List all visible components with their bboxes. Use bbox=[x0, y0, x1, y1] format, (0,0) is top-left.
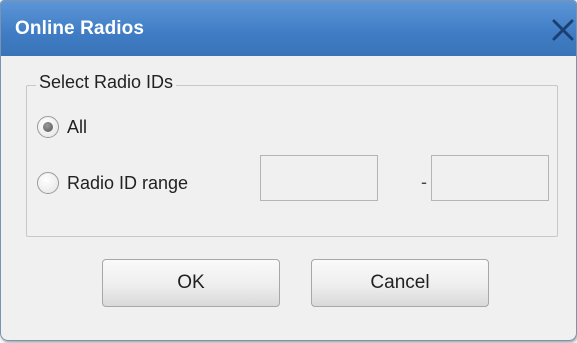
radio-button-range[interactable] bbox=[37, 172, 59, 194]
dialog-title: Online Radios bbox=[15, 18, 145, 39]
ok-button[interactable]: OK bbox=[102, 259, 280, 307]
title-bar: Online Radios bbox=[1, 1, 576, 56]
radio-option-all[interactable]: All bbox=[37, 116, 87, 138]
radio-option-range[interactable]: Radio ID range bbox=[37, 172, 188, 194]
range-from-input[interactable] bbox=[260, 155, 378, 201]
select-radio-ids-group: Select Radio IDs All Radio ID range - bbox=[26, 72, 558, 237]
range-to-input[interactable] bbox=[431, 155, 549, 201]
radio-label-range: Radio ID range bbox=[67, 172, 189, 193]
online-radios-dialog: Online Radios Select Radio IDs All Radio… bbox=[0, 0, 577, 341]
radio-button-all[interactable] bbox=[37, 116, 59, 138]
cancel-button[interactable]: Cancel bbox=[311, 259, 489, 307]
radio-label-all: All bbox=[67, 116, 88, 137]
range-separator: - bbox=[421, 172, 427, 192]
close-icon[interactable] bbox=[550, 17, 576, 43]
group-legend: Select Radio IDs bbox=[36, 72, 177, 93]
